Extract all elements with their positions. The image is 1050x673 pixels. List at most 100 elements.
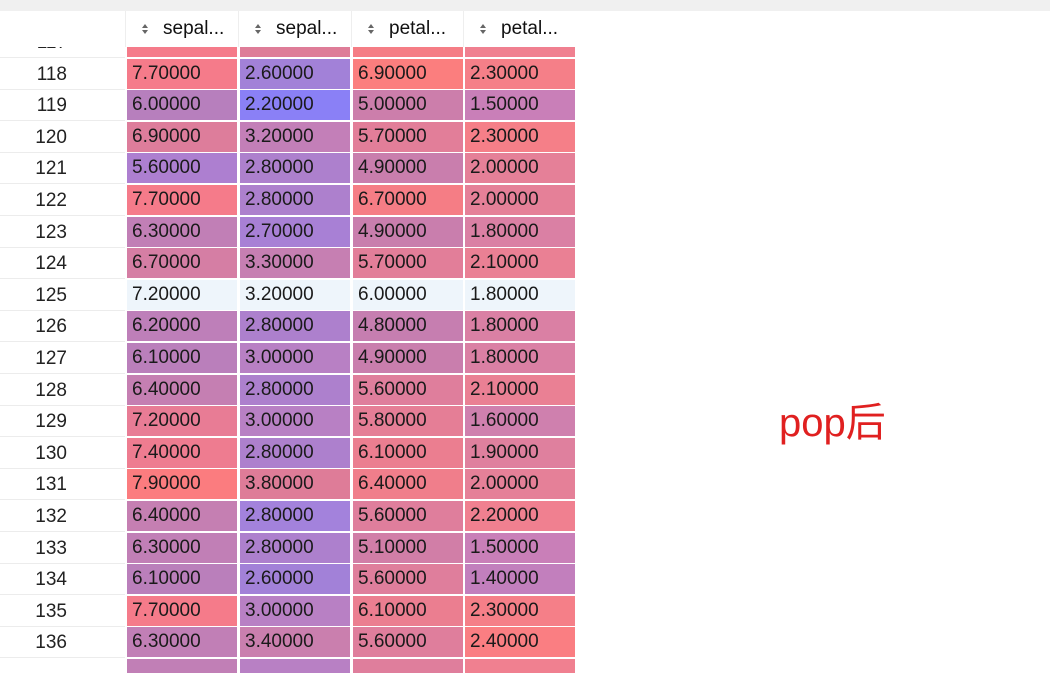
sort-icon[interactable]: [141, 21, 149, 37]
table-cell[interactable]: 6.30000: [126, 216, 238, 248]
table-cell[interactable]: 6.20000: [126, 311, 238, 343]
table-cell[interactable]: 5.60000: [352, 564, 464, 596]
table-row[interactable]: 118 7.70000 2.60000 6.90000 2.30000: [0, 58, 576, 91]
table-cell[interactable]: [126, 659, 238, 673]
table-cell[interactable]: [239, 659, 351, 673]
table-cell[interactable]: 6.10000: [352, 437, 464, 469]
table-cell[interactable]: 1.80000: [464, 311, 576, 343]
table-row[interactable]: 131 7.90000 3.80000 6.40000 2.00000: [0, 469, 576, 501]
table-cell[interactable]: 3.80000: [239, 469, 351, 501]
table-cell[interactable]: 5.70000: [352, 248, 464, 280]
table-cell[interactable]: 2.80000: [239, 532, 351, 564]
table-cell[interactable]: 7.20000: [126, 406, 238, 438]
table-row[interactable]: 136 6.30000 3.40000 5.60000 2.40000: [0, 627, 576, 659]
table-row[interactable]: 122 7.70000 2.80000 6.70000 2.00000: [0, 185, 576, 217]
table-cell[interactable]: 1.80000: [464, 279, 576, 311]
table-cell[interactable]: 6.10000: [352, 595, 464, 627]
column-header-1[interactable]: sepal...: [125, 11, 238, 47]
table-cell[interactable]: 2.80000: [239, 374, 351, 406]
table-cell[interactable]: 6.70000: [126, 248, 238, 280]
table-row[interactable]: 121 5.60000 2.80000 4.90000 2.00000: [0, 153, 576, 185]
table-row[interactable]: 120 6.90000 3.20000 5.70000 2.30000: [0, 121, 576, 154]
table-cell[interactable]: 1.60000: [464, 406, 576, 438]
table-row[interactable]: 133 6.30000 2.80000 5.10000 1.50000: [0, 532, 576, 565]
column-header-2[interactable]: sepal...: [238, 11, 351, 47]
table-cell[interactable]: 1.80000: [464, 343, 576, 374]
table-cell[interactable]: 2.00000: [464, 469, 576, 501]
table-cell[interactable]: 7.70000: [126, 595, 238, 627]
table-cell[interactable]: [464, 659, 576, 673]
table-cell[interactable]: 2.80000: [239, 501, 351, 532]
table-cell[interactable]: 2.60000: [239, 58, 351, 90]
table-row[interactable]: 119 6.00000 2.20000 5.00000 1.50000: [0, 90, 576, 122]
table-cell[interactable]: 5.70000: [352, 121, 464, 153]
table-cell[interactable]: 2.70000: [239, 216, 351, 248]
table-cell[interactable]: 2.60000: [239, 564, 351, 596]
table-cell[interactable]: 2.10000: [464, 374, 576, 406]
table-cell[interactable]: 3.30000: [239, 248, 351, 280]
table-cell[interactable]: 5.00000: [352, 90, 464, 122]
table-cell[interactable]: 4.90000: [352, 216, 464, 248]
table-cell[interactable]: 7.70000: [126, 58, 238, 90]
table-cell[interactable]: 6.90000: [126, 121, 238, 153]
table-cell[interactable]: 3.00000: [239, 595, 351, 627]
column-header-3[interactable]: petal...: [351, 11, 464, 47]
table-row[interactable]: 132 6.40000 2.80000 5.60000 2.20000: [0, 501, 576, 533]
table-cell[interactable]: 2.80000: [239, 153, 351, 185]
table-row[interactable]: 129 7.20000 3.00000 5.80000 1.60000: [0, 406, 576, 438]
table-cell[interactable]: 1.50000: [464, 90, 576, 122]
table-cell[interactable]: 7.20000: [126, 279, 238, 311]
table-row[interactable]: 123 6.30000 2.70000 4.90000 1.80000: [0, 216, 576, 249]
table-cell[interactable]: 6.90000: [352, 58, 464, 90]
table-cell[interactable]: 1.40000: [464, 564, 576, 596]
table-cell[interactable]: 1.50000: [464, 532, 576, 564]
table-row[interactable]: 125 7.20000 3.20000 6.00000 1.80000: [0, 279, 576, 312]
table-cell[interactable]: 5.10000: [352, 532, 464, 564]
table-cell[interactable]: 3.20000: [239, 121, 351, 153]
table-row[interactable]: 130 7.40000 2.80000 6.10000 1.90000: [0, 437, 576, 470]
table-cell[interactable]: [352, 659, 464, 673]
table-cell[interactable]: 2.20000: [239, 90, 351, 122]
table-cell[interactable]: 1.80000: [464, 216, 576, 248]
table-cell[interactable]: 6.00000: [352, 279, 464, 311]
table-row[interactable]: 135 7.70000 3.00000 6.10000 2.30000: [0, 595, 576, 628]
table-cell[interactable]: 3.00000: [239, 343, 351, 374]
sort-icon[interactable]: [479, 21, 487, 37]
table-cell[interactable]: 2.30000: [464, 121, 576, 153]
table-cell[interactable]: 6.10000: [126, 564, 238, 596]
table-cell[interactable]: 2.20000: [464, 501, 576, 532]
column-header-4[interactable]: petal...: [463, 11, 576, 47]
table-cell[interactable]: 2.30000: [464, 58, 576, 90]
table-row[interactable]: 127 6.10000 3.00000 4.90000 1.80000: [0, 343, 576, 375]
table-cell[interactable]: 2.30000: [464, 595, 576, 627]
table-cell[interactable]: 6.40000: [126, 374, 238, 406]
table-cell[interactable]: 6.30000: [126, 627, 238, 659]
table-cell[interactable]: 2.40000: [464, 627, 576, 659]
table-cell[interactable]: 2.80000: [239, 437, 351, 469]
table-cell[interactable]: 5.60000: [126, 153, 238, 185]
table-row[interactable]: [0, 659, 576, 673]
table-cell[interactable]: 2.80000: [239, 185, 351, 216]
table-cell[interactable]: 2.00000: [464, 153, 576, 185]
table-cell[interactable]: 3.20000: [239, 279, 351, 311]
table-cell[interactable]: 6.40000: [126, 501, 238, 532]
table-cell[interactable]: 3.00000: [239, 406, 351, 438]
table-cell[interactable]: 6.70000: [352, 185, 464, 216]
table-cell[interactable]: 4.90000: [352, 343, 464, 374]
table-cell[interactable]: 7.90000: [126, 469, 238, 501]
table-cell[interactable]: 6.30000: [126, 532, 238, 564]
table-cell[interactable]: 4.90000: [352, 153, 464, 185]
table-cell[interactable]: 6.10000: [126, 343, 238, 374]
table-row[interactable]: 124 6.70000 3.30000 5.70000 2.10000: [0, 248, 576, 280]
table-cell[interactable]: 5.60000: [352, 627, 464, 659]
table-cell[interactable]: 2.00000: [464, 185, 576, 216]
table-cell[interactable]: 5.80000: [352, 406, 464, 438]
table-cell[interactable]: 7.40000: [126, 437, 238, 469]
table-cell[interactable]: 7.70000: [126, 185, 238, 216]
table-row[interactable]: 128 6.40000 2.80000 5.60000 2.10000: [0, 374, 576, 407]
table-cell[interactable]: 2.10000: [464, 248, 576, 280]
table-cell[interactable]: 5.60000: [352, 501, 464, 532]
table-cell[interactable]: 2.80000: [239, 311, 351, 343]
table-cell[interactable]: 6.00000: [126, 90, 238, 122]
sort-icon[interactable]: [254, 21, 262, 37]
